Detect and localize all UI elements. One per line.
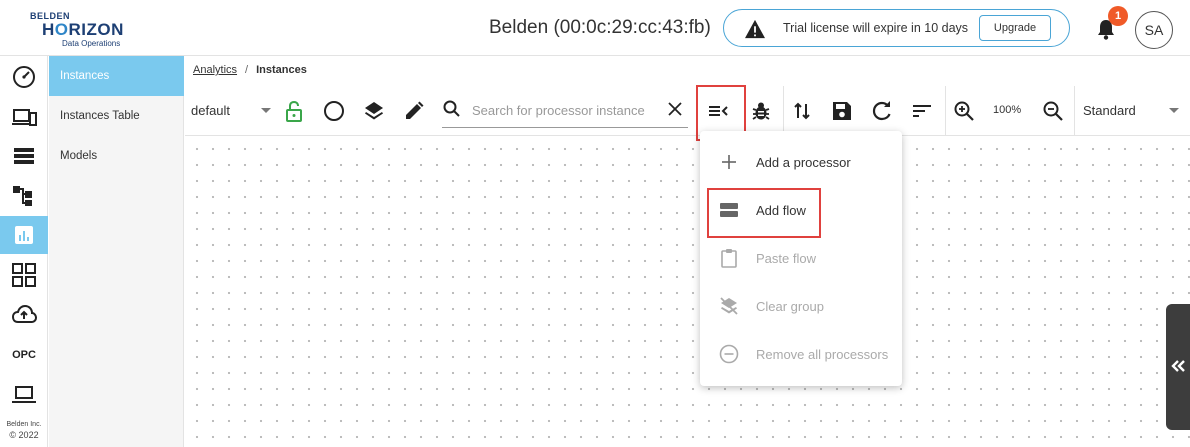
layers-clear-icon: [720, 297, 738, 315]
zoom-in-icon: [954, 101, 974, 121]
apps-grid-icon: [12, 263, 36, 287]
devices-icon: [12, 109, 37, 126]
analytics-icon: [15, 226, 33, 244]
refresh-icon: [872, 101, 891, 121]
zoom-in-button[interactable]: [951, 86, 977, 136]
nav-opc[interactable]: OPC: [0, 336, 48, 374]
nav-cloud-upload[interactable]: [0, 296, 48, 334]
view-mode-select[interactable]: Standard: [1074, 86, 1190, 136]
refresh-button[interactable]: [869, 86, 895, 136]
caret-down-icon: [261, 108, 271, 113]
menu-item-clear-group[interactable]: Clear group: [700, 283, 902, 331]
breadcrumb: Analytics / Instances: [193, 64, 307, 76]
add-menu-dropdown: Add a processor Add flow Paste flow Clea…: [700, 131, 902, 386]
debug-button[interactable]: [748, 86, 774, 136]
belden-horizon-logo[interactable]: BELDEN HORIZON Data Operations: [28, 9, 138, 49]
canvas-toolbar: default Search for processor instance 10…: [185, 86, 1190, 136]
logo-tagline: Data Operations: [62, 39, 121, 48]
menu-item-label: Add a processor: [756, 155, 851, 170]
breadcrumb-link-analytics[interactable]: Analytics: [193, 64, 237, 76]
layers-button[interactable]: [361, 86, 387, 136]
list-icon: [14, 148, 34, 164]
sort-lines-button[interactable]: [909, 86, 935, 136]
edit-button[interactable]: [401, 86, 427, 136]
clipboard-icon: [721, 249, 737, 268]
menu-item-remove-all-processors[interactable]: Remove all processors: [700, 331, 902, 379]
menu-item-add-processor[interactable]: Add a processor: [700, 139, 902, 187]
menu-item-label: Clear group: [756, 299, 824, 314]
logo-product: HORIZON: [42, 20, 124, 39]
nav-apps[interactable]: [0, 256, 48, 294]
highlight-add-flow: [707, 188, 821, 238]
sort-icon: [913, 105, 931, 117]
save-icon: [833, 102, 851, 120]
search-input[interactable]: [472, 98, 657, 122]
nav-laptop[interactable]: [0, 376, 48, 414]
nav-analytics[interactable]: [0, 216, 48, 254]
nav-topology[interactable]: [0, 176, 48, 214]
cloud-upload-icon: [11, 304, 37, 323]
group-select-value: default: [191, 103, 231, 118]
caret-down-icon: [1169, 108, 1179, 113]
copyright-year: © 2022: [9, 430, 39, 440]
device-title: Belden (00:0c:29:cc:43:fb): [489, 17, 711, 38]
copyright-company: Belden Inc.: [6, 421, 42, 428]
laptop-icon: [12, 386, 36, 403]
sort-button[interactable]: [789, 86, 815, 136]
copyright: Belden Inc. © 2022: [0, 420, 48, 440]
layers-icon: [365, 102, 383, 120]
topology-icon: [13, 186, 32, 206]
toolbar-divider: [783, 86, 784, 136]
app-root: BELDEN HORIZON Data Operations Belden (0…: [0, 0, 1190, 447]
opc-icon: OPC: [12, 349, 36, 361]
processor-search: [442, 94, 688, 128]
circle-button[interactable]: [321, 86, 347, 136]
toolbar-divider: [945, 86, 946, 136]
icon-sidebar: OPC Belden Inc. © 2022: [0, 56, 48, 447]
lock-button[interactable]: [281, 86, 307, 136]
search-icon: [443, 100, 460, 117]
subnav-item-instances[interactable]: Instances: [49, 56, 184, 96]
dashboard-gauge-icon: [13, 66, 35, 88]
subnav-item-models[interactable]: Models: [49, 136, 184, 176]
close-icon[interactable]: [665, 99, 685, 119]
menu-item-label: Remove all processors: [756, 347, 889, 362]
double-chevron-left-icon: [1171, 360, 1185, 372]
menu-item-label: Paste flow: [756, 251, 816, 266]
circle-outline-icon: [324, 101, 344, 121]
menu-item-paste-flow[interactable]: Paste flow: [700, 235, 902, 283]
secondary-nav: Instances Instances Table Models: [49, 56, 184, 447]
notification-count-badge: 1: [1108, 6, 1128, 26]
panel-collapse-tab[interactable]: [1166, 304, 1190, 430]
plus-icon: [722, 155, 736, 169]
breadcrumb-separator: /: [245, 64, 249, 76]
bug-icon: [752, 102, 770, 120]
warning-icon: [745, 19, 765, 39]
nav-devices[interactable]: [0, 98, 48, 136]
nav-list[interactable]: [0, 137, 48, 175]
zoom-level: 100%: [993, 104, 1022, 116]
save-button[interactable]: [829, 86, 855, 136]
minus-circle-icon: [719, 344, 739, 364]
trial-license-banner: Trial license will expire in 10 days Upg…: [723, 9, 1070, 47]
zoom-out-button[interactable]: [1040, 86, 1066, 136]
upgrade-button[interactable]: Upgrade: [979, 15, 1051, 41]
nav-dashboard[interactable]: [0, 58, 48, 96]
flow-canvas[interactable]: [185, 137, 1190, 447]
zoom-out-icon: [1043, 101, 1063, 121]
view-mode-value: Standard: [1083, 103, 1136, 118]
trial-message: Trial license will expire in 10 days: [783, 21, 969, 35]
breadcrumb-current: Instances: [256, 64, 307, 76]
user-avatar[interactable]: SA: [1135, 11, 1173, 49]
swap-vertical-icon: [794, 102, 810, 120]
unlock-icon: [286, 100, 302, 122]
pencil-icon: [406, 101, 424, 119]
top-header: BELDEN HORIZON Data Operations Belden (0…: [0, 0, 1190, 56]
subnav-item-instances-table[interactable]: Instances Table: [49, 96, 184, 136]
